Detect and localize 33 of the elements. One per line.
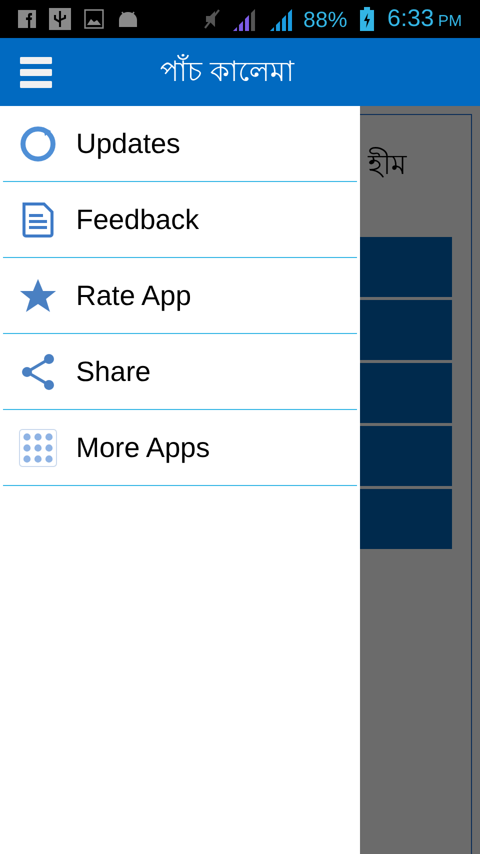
- facebook-icon: [18, 10, 36, 28]
- signal-icon: [270, 7, 294, 31]
- clock-period: PM: [438, 12, 462, 32]
- drawer-item-label: Feedback: [76, 202, 199, 236]
- share-icon: [20, 352, 56, 390]
- content-tile[interactable]: [360, 237, 452, 297]
- menu-button[interactable]: [20, 56, 52, 88]
- app-grid-icon: [19, 428, 57, 466]
- content-tile[interactable]: [360, 300, 452, 360]
- drawer-item-label: More Apps: [76, 430, 210, 465]
- app-title: পাঁচ কালেমা: [160, 53, 294, 89]
- drawer-item-label: Share: [76, 354, 151, 388]
- drawer-item[interactable]: Updates: [3, 106, 357, 182]
- document-icon: [20, 200, 56, 238]
- content-tile[interactable]: [360, 426, 452, 486]
- image-icon: [84, 9, 104, 29]
- battery-icon: [360, 7, 374, 31]
- drawer-item[interactable]: Share: [3, 334, 357, 410]
- drawer-item-label: Rate App: [76, 278, 192, 313]
- signal-icon: [233, 7, 258, 31]
- drawer-item[interactable]: Rate App: [3, 258, 357, 334]
- battery-percent: 88%: [303, 6, 348, 34]
- drawer-item[interactable]: Feedback: [3, 182, 357, 258]
- content-tile[interactable]: [360, 363, 452, 423]
- clock-time: 6:33: [387, 4, 434, 34]
- drawer-item[interactable]: More Apps: [3, 410, 357, 486]
- star-icon: [19, 278, 57, 314]
- android-icon: [117, 11, 139, 27]
- mute-icon: [204, 8, 220, 30]
- content-tile[interactable]: [360, 489, 452, 549]
- refresh-icon: [19, 124, 57, 162]
- drawer-item-label: Updates: [76, 126, 180, 161]
- usb-icon: [49, 8, 71, 30]
